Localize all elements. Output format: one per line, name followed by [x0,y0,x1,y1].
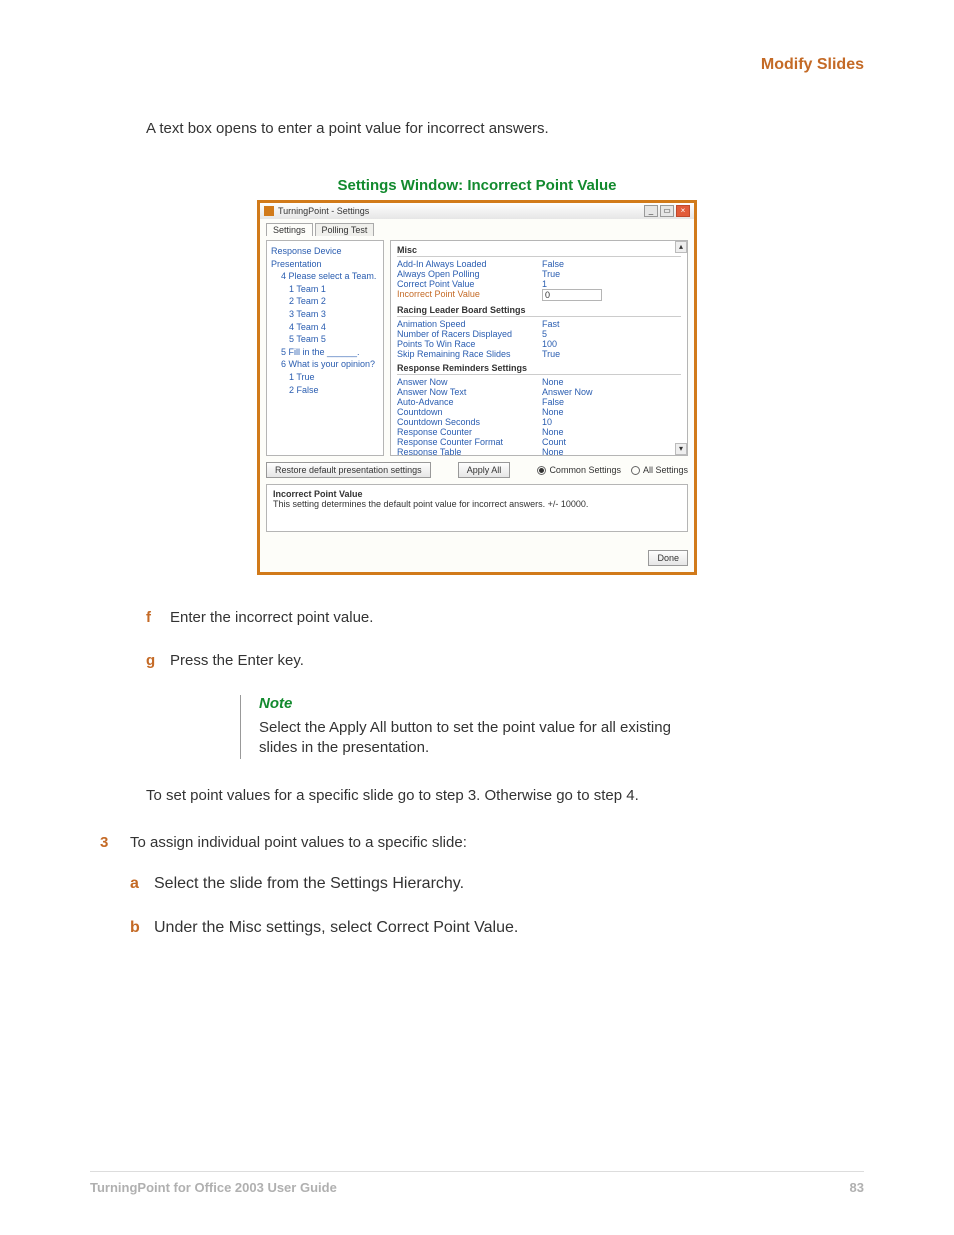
tab-settings[interactable]: Settings [266,223,313,236]
step-text: Enter the incorrect point value. [170,609,373,626]
setting-key[interactable]: Response Counter Format [397,437,542,447]
settings-hierarchy-tree[interactable]: Response Device Presentation 4 Please se… [266,240,384,456]
setting-value[interactable]: Answer Now [542,387,593,397]
transition-text: To set point values for a specific slide… [146,787,864,804]
incorrect-point-value-input[interactable]: 0 [542,289,602,301]
step-number-3: 3 [100,834,130,851]
setting-value[interactable]: None [542,427,564,437]
description-title: Incorrect Point Value [273,489,681,499]
step-text: Under the Misc settings, select Correct … [154,919,518,937]
setting-key[interactable]: Add-In Always Loaded [397,259,542,269]
setting-key[interactable]: Always Open Polling [397,269,542,279]
settings-window-screenshot: TurningPoint - Settings _ ▭ × Settings P… [257,200,697,575]
step-letter-f: f [146,609,170,626]
restore-defaults-button[interactable]: Restore default presentation settings [266,462,431,478]
setting-key[interactable]: Answer Now Text [397,387,542,397]
note-block: Note Select the Apply All button to set … [240,695,864,759]
tree-node[interactable]: 5 Team 5 [271,333,379,346]
footer-page-number: 83 [850,1180,864,1195]
setting-key-incorrect-point-value[interactable]: Incorrect Point Value [397,289,542,301]
tree-node[interactable]: 2 False [271,384,379,397]
apply-all-button[interactable]: Apply All [458,462,511,478]
setting-key[interactable]: Auto-Advance [397,397,542,407]
tree-node[interactable]: Presentation [271,258,379,271]
scroll-down-button[interactable]: ▾ [675,443,687,455]
setting-key[interactable]: Response Counter [397,427,542,437]
tree-node[interactable]: 5 Fill in the ______. [271,346,379,359]
setting-value[interactable]: Fast [542,319,560,329]
section-racing: Racing Leader Board Settings [397,305,681,317]
window-title: TurningPoint - Settings [278,206,369,216]
setting-value[interactable]: None [542,377,564,387]
tree-node[interactable]: 6 What is your opinion? [271,358,379,371]
radio-label: Common Settings [549,465,621,475]
app-icon [264,206,274,216]
step-letter-a: a [130,875,154,893]
note-divider [240,695,241,759]
radio-dot-on-icon [537,466,546,475]
description-text: This setting determines the default poin… [273,499,681,509]
close-button[interactable]: × [676,205,690,217]
window-titlebar: TurningPoint - Settings _ ▭ × [260,203,694,219]
setting-value[interactable]: None [542,407,564,417]
setting-key[interactable]: Correct Point Value [397,279,542,289]
setting-value[interactable]: True [542,349,560,359]
step-text: Press the Enter key. [170,652,304,669]
intro-text: A text box opens to enter a point value … [146,120,864,137]
tree-node[interactable]: 1 True [271,371,379,384]
radio-common-settings[interactable]: Common Settings [537,465,621,475]
setting-value[interactable]: 1 [542,279,547,289]
setting-value[interactable]: 5 [542,329,547,339]
setting-value[interactable]: Count [542,437,566,447]
tree-node[interactable]: 3 Team 3 [271,308,379,321]
done-button[interactable]: Done [648,550,688,566]
setting-key[interactable]: Answer Now [397,377,542,387]
maximize-button[interactable]: ▭ [660,205,674,217]
note-title: Note [259,695,679,712]
section-misc: Misc [397,245,681,257]
section-reminders: Response Reminders Settings [397,363,681,375]
tab-polling-test[interactable]: Polling Test [315,223,375,236]
setting-value[interactable]: 100 [542,339,557,349]
minimize-button[interactable]: _ [644,205,658,217]
setting-value[interactable]: False [542,397,564,407]
setting-key[interactable]: Number of Racers Displayed [397,329,542,339]
page-section-header: Modify Slides [761,56,864,74]
tree-node[interactable]: Response Device [271,245,379,258]
tree-node[interactable]: 2 Team 2 [271,295,379,308]
radio-all-settings[interactable]: All Settings [631,465,688,475]
setting-description-box: Incorrect Point Value This setting deter… [266,484,688,532]
tree-node[interactable]: 1 Team 1 [271,283,379,296]
setting-key[interactable]: Response Table [397,447,542,456]
settings-list-panel: ▴ Misc Add-In Always LoadedFalse Always … [390,240,688,456]
setting-value[interactable]: 10 [542,417,552,427]
setting-key[interactable]: Countdown Seconds [397,417,542,427]
step-letter-g: g [146,652,170,669]
note-text: Select the Apply All button to set the p… [259,718,679,759]
setting-value[interactable]: False [542,259,564,269]
scroll-up-button[interactable]: ▴ [675,241,687,253]
step-letter-b: b [130,919,154,937]
setting-key[interactable]: Animation Speed [397,319,542,329]
setting-key[interactable]: Skip Remaining Race Slides [397,349,542,359]
setting-value[interactable]: None [542,447,564,456]
radio-label: All Settings [643,465,688,475]
tree-node[interactable]: 4 Please select a Team. [271,270,379,283]
figure-caption: Settings Window: Incorrect Point Value [90,177,864,194]
setting-key[interactable]: Countdown [397,407,542,417]
radio-dot-off-icon [631,466,640,475]
setting-key[interactable]: Points To Win Race [397,339,542,349]
tree-node[interactable]: 4 Team 4 [271,321,379,334]
step-text: To assign individual point values to a s… [130,834,467,851]
footer-doc-title: TurningPoint for Office 2003 User Guide [90,1180,337,1195]
step-text: Select the slide from the Settings Hiera… [154,875,464,893]
setting-value[interactable]: True [542,269,560,279]
